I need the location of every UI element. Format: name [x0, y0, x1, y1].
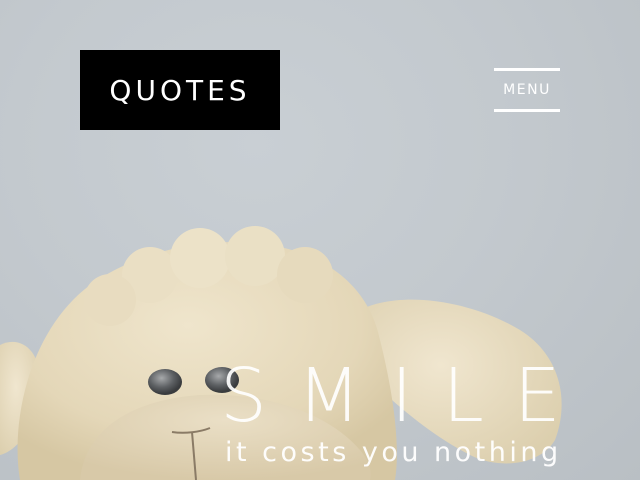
headline: SMILE — [220, 353, 591, 439]
subline: it costs you nothing — [225, 437, 562, 468]
menu-button[interactable]: MENU — [494, 68, 560, 112]
menu-label: MENU — [503, 82, 551, 98]
quotes-logo[interactable]: QUOTES — [80, 50, 280, 130]
hero-page: QUOTES MENU SMILE it costs you nothing — [0, 0, 640, 480]
logo-text: QUOTES — [109, 73, 251, 107]
